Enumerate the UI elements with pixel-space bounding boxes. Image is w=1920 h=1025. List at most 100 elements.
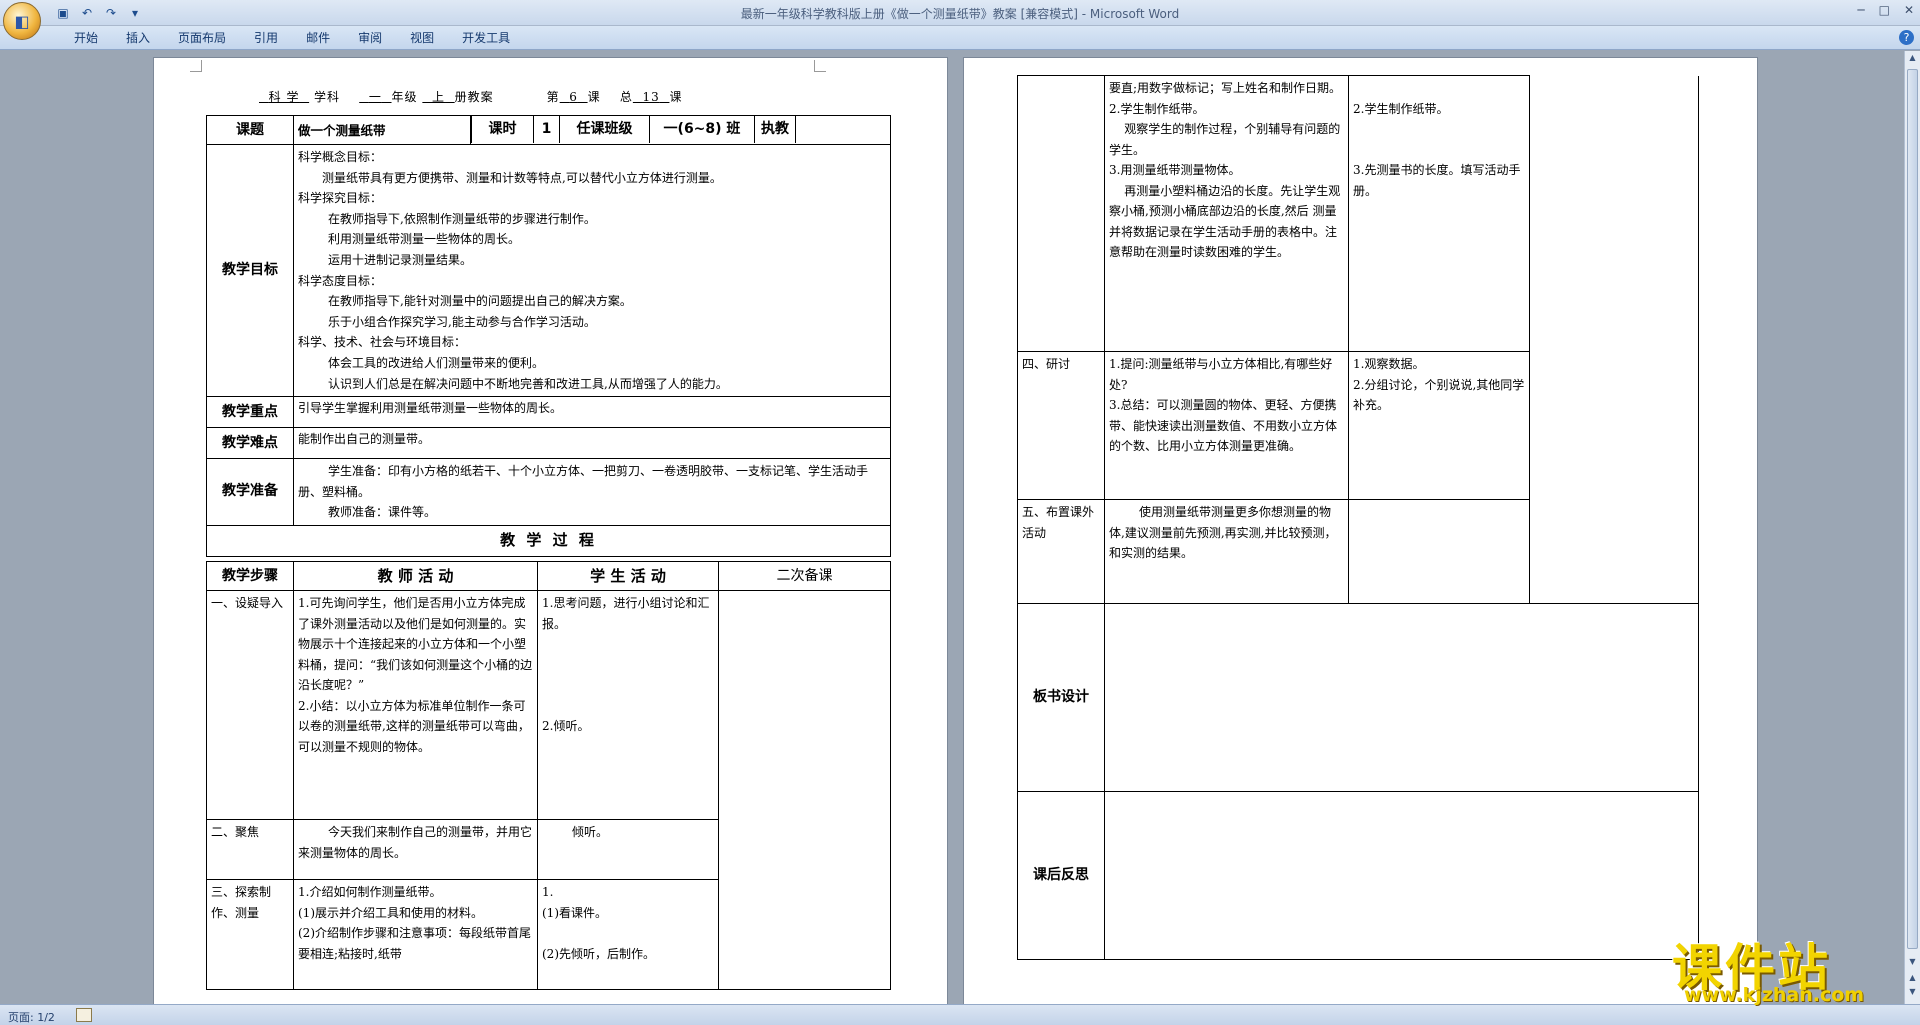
goal-line: 运用十进制记录测量结果。 [328, 252, 473, 267]
step-name: 五、布置课外活动 [1017, 499, 1105, 604]
help-icon[interactable]: ? [1899, 30, 1914, 45]
difficulty-label: 教学难点 [206, 427, 294, 460]
prep-content: 学生准备：印有小方格的纸若干、十个小立方体、一把剪刀、一卷透明胶带、一支标记笔、… [293, 458, 891, 526]
reflection-row: 课后反思 [1017, 791, 1699, 960]
goal-line: 科学探究目标： [298, 191, 383, 206]
difficulty-row: 教学难点 能制作出自己的测量带。 [206, 427, 891, 460]
goals-row: 教学目标 科学概念目标： 测量纸带具有更方便携带、测量和计数等特点,可以替代小立… [206, 143, 891, 398]
col-header-step: 教学步骤 [206, 561, 294, 591]
window-title: 最新一年级科学教科版上册《做一个测量纸带》教案 [兼容模式] - Microso… [740, 7, 1180, 21]
next-page-icon[interactable]: ▼ [1907, 987, 1918, 1001]
step-row: 要直;用数字做标记；写上姓名和制作日期。 2.学生制作纸带。 观察学生的制作过程… [1017, 75, 1699, 604]
reflection-content[interactable] [1104, 791, 1699, 960]
reflection-label: 课后反思 [1017, 791, 1105, 960]
step-student: 1.思考问题，进行小组讨论和汇报。 2.倾听。 [537, 590, 719, 820]
step-teacher: 1.可先询问学生，他们是否用小立方体完成了课外测量活动以及他们是如何测量的。实物… [293, 590, 538, 820]
step-student: 1.观察数据。 2.分组讨论，个别说说,其他同学补充。 [1348, 351, 1530, 500]
step-teacher: 今天我们来制作自己的测量带，并用它来测量物体的周长。 [293, 819, 538, 880]
minimize-icon[interactable]: ─ [1857, 3, 1864, 17]
step-student: 1. (1)看课件。 (2)先倾听，后制作。 [537, 879, 719, 990]
topic-value: 做一个测量纸带 [293, 115, 471, 145]
topic-label: 课题 [206, 115, 294, 145]
process-title-row: 教 学 过 程 [206, 524, 891, 557]
step-student: 2.学生制作纸带。 3.先测量书的长度。填写活动手册。 [1348, 75, 1530, 352]
goal-line: 科学、技术、社会与环境目标： [298, 335, 467, 350]
goal-line: 科学态度目标： [298, 273, 383, 288]
step-teacher: 要直;用数字做标记；写上姓名和制作日期。 2.学生制作纸带。 观察学生的制作过程… [1104, 75, 1349, 352]
process-header-row: 教学步骤 教 师 活 动 学 生 活 动 二次备课 [206, 561, 891, 591]
class-value: 一(6~8) 班 [649, 116, 754, 143]
lesson-plan-table: 课题 做一个测量纸带 课时 1 任课班级 一(6~8) 班 执教 教学目标 科学… [206, 115, 891, 557]
close-icon[interactable]: ✕ [1904, 3, 1914, 17]
step-student [1348, 499, 1530, 604]
goal-line: 测量纸带具有更方便携带、测量和计数等特点,可以替代小立方体进行测量。 [322, 170, 722, 185]
page-count[interactable]: 页面: 1/2 [8, 1009, 55, 1025]
document-area[interactable]: 科 学 学科 一 年级 上 册教案 第 6 课 总 13 课 课题 做一个测量纸… [0, 51, 1904, 1004]
tab-page-layout[interactable]: 页面布局 [164, 30, 240, 46]
step-name [1017, 75, 1105, 352]
step-name: 二、聚焦 [206, 819, 294, 880]
watermark-url: www.kjzhan.com [1684, 984, 1865, 1006]
goals-content: 科学概念目标： 测量纸带具有更方便携带、测量和计数等特点,可以替代小立方体进行测… [293, 143, 891, 398]
goal-line: 认识到人们总是在解决问题中不断地完善和改进工具,从而增强了人的能力。 [328, 376, 728, 391]
second-prep-cell[interactable] [718, 590, 891, 990]
status-bar: 页面: 1/2 [0, 1004, 1920, 1025]
difficulty-content: 能制作出自己的测量带。 [293, 427, 891, 460]
process-table: 教学步骤 教 师 活 动 学 生 活 动 二次备课 一、设疑导入 1.可先询问学… [206, 561, 891, 990]
tab-home[interactable]: 开始 [60, 30, 112, 46]
info-cells: 课时 1 任课班级 一(6~8) 班 执教 [470, 115, 891, 145]
second-prep-cell[interactable] [1529, 75, 1699, 604]
step-name: 一、设疑导入 [206, 590, 294, 820]
lesson-header: 科 学 学科 一 年级 上 册教案 第 6 课 总 13 课 [268, 90, 683, 104]
teacher-label: 执教 [754, 116, 796, 143]
tab-review[interactable]: 审阅 [344, 30, 396, 46]
key-label: 教学重点 [206, 396, 294, 429]
tab-references[interactable]: 引用 [240, 30, 292, 46]
goal-line: 在教师指导下,依照制作测量纸带的步骤进行制作。 [328, 211, 596, 226]
window-controls: ─ □ ✕ [1857, 3, 1914, 17]
tab-developer[interactable]: 开发工具 [448, 30, 524, 46]
tab-view[interactable]: 视图 [396, 30, 448, 46]
ribbon: 开始 插入 页面布局 引用 邮件 审阅 视图 开发工具 ? [0, 26, 1920, 50]
step-student: 倾听。 [537, 819, 719, 880]
process-table-continued: 要直;用数字做标记；写上姓名和制作日期。 2.学生制作纸带。 观察学生的制作过程… [1017, 75, 1699, 960]
goal-line: 利用测量纸带测量一些物体的周长。 [328, 232, 521, 247]
tab-mailings[interactable]: 邮件 [292, 30, 344, 46]
goal-line: 在教师指导下,能针对测量中的问题提出自己的解决方案。 [328, 294, 632, 309]
class-label: 任课班级 [559, 116, 649, 143]
scroll-down-icon[interactable]: ▼ [1907, 957, 1918, 971]
process-title: 教 学 过 程 [206, 524, 891, 557]
col-header-teacher: 教 师 活 动 [293, 561, 538, 591]
page-2[interactable]: 要直;用数字做标记；写上姓名和制作日期。 2.学生制作纸带。 观察学生的制作过程… [963, 57, 1758, 1004]
hours-value: 1 [533, 116, 559, 143]
page-1[interactable]: 科 学 学科 一 年级 上 册教案 第 6 课 总 13 课 课题 做一个测量纸… [153, 57, 948, 1004]
step-teacher: 使用测量纸带测量更多你想测量的物体,建议测量前先预测,再实测,并比较预测，和实测… [1104, 499, 1349, 604]
prep-label: 教学准备 [206, 458, 294, 526]
tab-insert[interactable]: 插入 [112, 30, 164, 46]
board-content[interactable] [1104, 603, 1699, 792]
board-row: 板书设计 [1017, 603, 1699, 792]
goal-line: 科学概念目标： [298, 150, 383, 164]
hours-label: 课时 [471, 116, 533, 143]
prep-teacher: 教师准备：课件等。 [328, 505, 437, 520]
col-header-student: 学 生 活 动 [537, 561, 719, 591]
office-button[interactable]: ◧ [3, 2, 41, 40]
step-teacher: 1.介绍如何制作测量纸带。 (1)展示并介绍工具和使用的材料。 (2)介绍制作步… [293, 879, 538, 990]
proofing-icon[interactable] [76, 1008, 92, 1022]
maximize-icon[interactable]: □ [1879, 3, 1890, 17]
col-header-second-prep: 二次备课 [718, 561, 891, 591]
step-name: 四、研讨 [1017, 351, 1105, 500]
step-row: 一、设疑导入 1.可先询问学生，他们是否用小立方体完成了课外测量活动以及他们是如… [206, 590, 891, 990]
prep-student: 学生准备：印有小方格的纸若干、十个小立方体、一把剪刀、一卷透明胶带、一支标记笔、… [298, 464, 869, 499]
key-content: 引导学生掌握利用测量纸带测量一些物体的周长。 [293, 396, 891, 429]
scroll-thumb[interactable] [1907, 69, 1918, 949]
lesson-info-row: 课题 做一个测量纸带 课时 1 任课班级 一(6~8) 班 执教 [206, 115, 891, 145]
board-label: 板书设计 [1017, 603, 1105, 792]
office-logo-icon: ◧ [14, 11, 30, 31]
scroll-up-icon[interactable]: ▲ [1907, 53, 1918, 67]
prev-page-icon[interactable]: ▲ [1907, 973, 1918, 987]
vertical-scrollbar[interactable]: ▲ ▼ ▲ ▼ [1904, 51, 1920, 1004]
step-name: 三、探索制作、测量 [206, 879, 294, 990]
title-bar: ◧ ▣ ↶ ↷ ▾ 最新一年级科学教科版上册《做一个测量纸带》教案 [兼容模式]… [0, 0, 1920, 40]
goal-line: 体会工具的改进给人们测量带来的便利。 [328, 355, 545, 370]
